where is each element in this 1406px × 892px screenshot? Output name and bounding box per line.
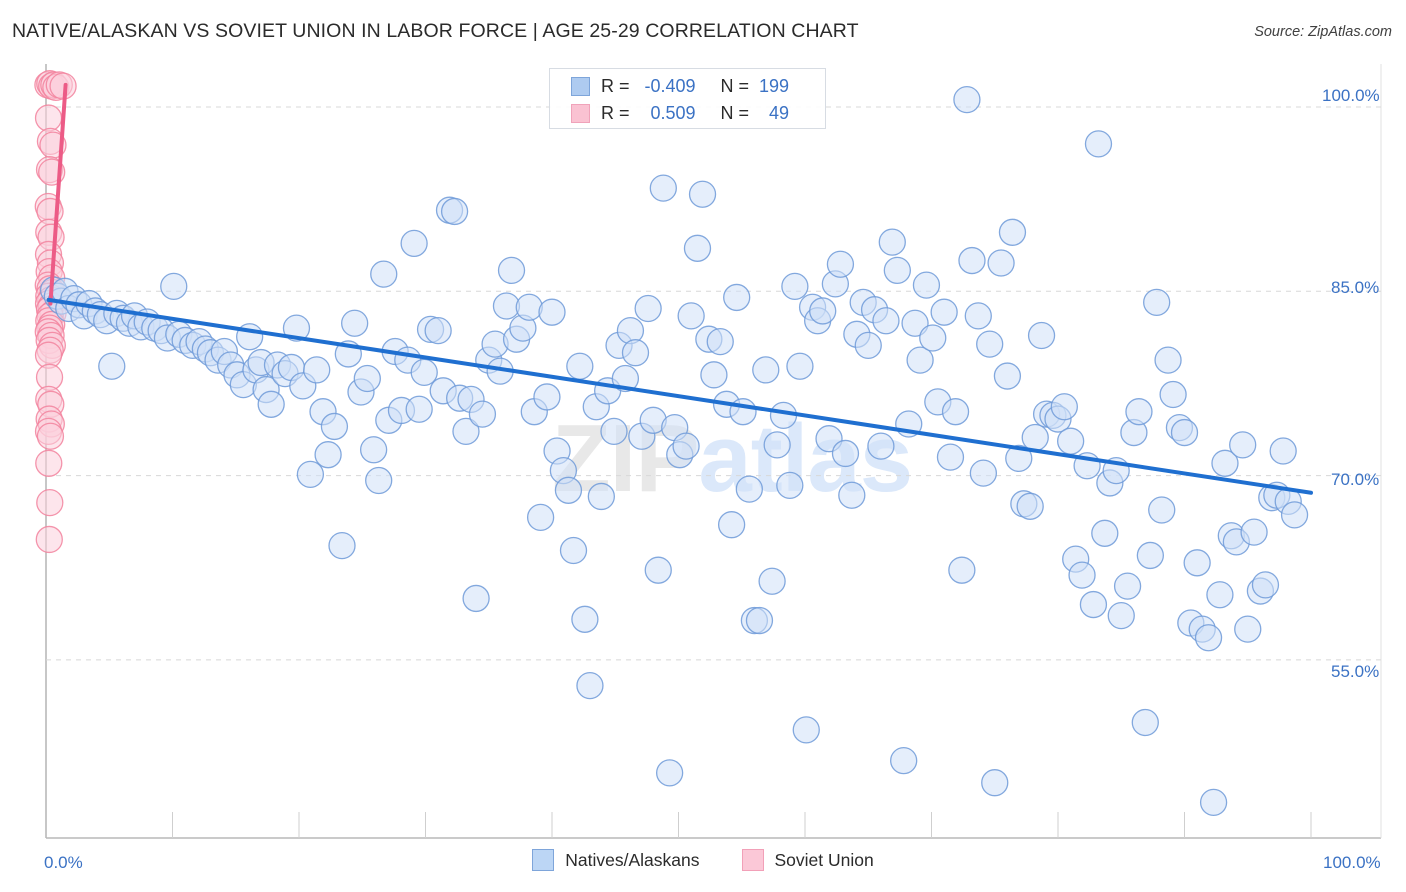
legend-swatch-soviet <box>741 849 764 871</box>
legend-item-soviet[interactable]: Soviet Union <box>741 849 874 871</box>
correlation-stats-box: R = -0.409 N = 199 R = 0.509 N = 49 <box>549 68 826 129</box>
legend-item-natives[interactable]: Natives/Alaskans <box>532 849 700 871</box>
legend-label-natives: Natives/Alaskans <box>565 849 700 870</box>
stats-r-label-soviet: R = <box>601 102 630 123</box>
correlation-chart: NATIVE/ALASKAN VS SOVIET UNION IN LABOR … <box>0 0 1406 892</box>
stats-r-value-soviet: 0.509 <box>650 102 696 123</box>
y-tick-label-55: 55.0% <box>1331 662 1380 681</box>
stats-n-label-natives: N = <box>720 75 750 96</box>
legend-swatch-natives <box>532 849 555 871</box>
plot-area <box>34 64 1382 839</box>
stats-swatch-natives <box>571 76 590 96</box>
stats-swatch-soviet <box>571 103 590 123</box>
stats-r-value-natives: -0.409 <box>644 75 696 96</box>
y-tick-label-85: 85.0% <box>1331 278 1380 297</box>
stats-n-value-soviet: 49 <box>769 102 790 123</box>
y-tick-label-100: 100.0% <box>1322 86 1380 105</box>
y-tick-label-70: 70.0% <box>1331 470 1380 489</box>
stats-r-label-natives: R = <box>601 75 630 96</box>
stats-row-soviet: R = 0.509 N = 49 <box>550 99 825 127</box>
stats-n-value-natives: 199 <box>758 75 790 96</box>
stats-n-label-soviet: N = <box>720 102 750 123</box>
stats-row-natives: R = -0.409 N = 199 <box>550 72 825 100</box>
legend-label-soviet: Soviet Union <box>774 849 874 870</box>
chart-legend: Natives/Alaskans Soviet Union <box>0 849 1406 871</box>
